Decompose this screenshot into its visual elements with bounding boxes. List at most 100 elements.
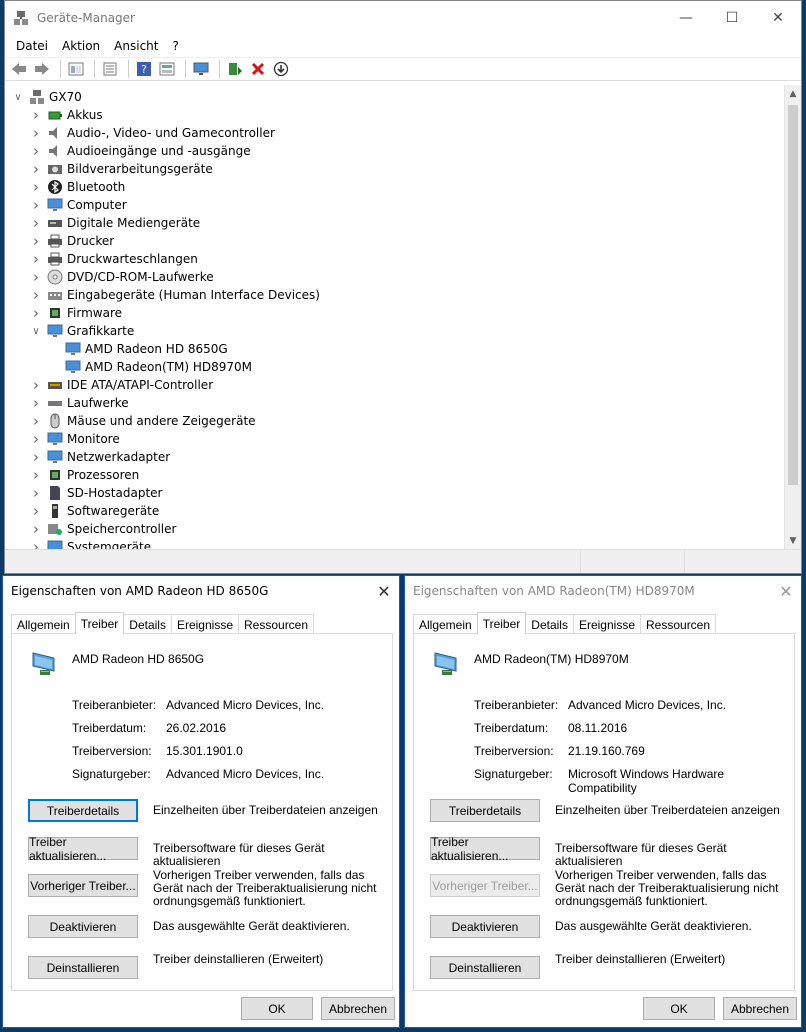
expand-chevron-right-icon[interactable]: › [29,502,43,520]
devices-view-icon[interactable] [157,59,177,79]
scan-icon[interactable] [271,59,291,79]
expand-chevron-right-icon[interactable]: › [29,448,43,466]
tree-category-grafikkarte[interactable]: ∨ Grafikkarte [29,322,134,340]
tree-category-ide-ata-atapi-controller[interactable]: › IDE ATA/ATAPI-Controller [29,376,213,394]
disable-button[interactable]: Deaktivieren [28,915,138,938]
expand-chevron-right-icon[interactable]: › [29,484,43,502]
tree-category-bluetooth[interactable]: › Bluetooth [29,178,125,196]
expand-chevron-right-icon[interactable]: › [29,430,43,448]
scroll-down-arrow[interactable]: ▼ [785,532,801,549]
tree-category-speichercontroller[interactable]: › Speichercontroller [29,520,176,538]
tree-category-audio-video-und-gamecontroller[interactable]: › Audio-, Video- und Gamecontroller [29,124,275,142]
tree-category-bildverarbeitungsgeräte[interactable]: › Bildverarbeitungsgeräte [29,160,213,178]
tree-category-akkus[interactable]: › Akkus [29,106,103,124]
expand-chevron-right-icon[interactable]: › [29,106,43,124]
expand-chevron-right-icon[interactable]: › [29,394,43,412]
tree-device-amd-radeon-tm-hd8970m[interactable]: AMD Radeon(TM) HD8970M [47,358,252,376]
cancel-button[interactable]: Abbrechen [321,997,395,1020]
menu-help[interactable]: ? [165,39,185,53]
uninstall-desc: Treiber deinstallieren (Erweitert) [555,952,726,966]
uninstall-button[interactable]: Deinstallieren [430,956,540,979]
tree-category-druckwarteschlangen[interactable]: › Druckwarteschlangen [29,250,198,268]
monitor-icon[interactable] [191,59,211,79]
expand-chevron-down-icon[interactable]: ∨ [11,92,25,103]
driver-details-button[interactable]: Treiberdetails [430,799,540,822]
expand-chevron-right-icon[interactable]: › [29,178,43,196]
update-driver-icon[interactable] [225,59,245,79]
maximize-button[interactable]: ☐ [709,1,755,35]
tree-category-eingabegeräte-human-interface-devices[interactable]: › Eingabegeräte (Human Interface Devices) [29,286,320,304]
tree-category-digitale-mediengeräte[interactable]: › Digitale Mediengeräte [29,214,200,232]
driver-details-button[interactable]: Treiberdetails [28,799,138,822]
properties-icon[interactable] [100,59,120,79]
ok-button[interactable]: OK [643,997,715,1020]
minimize-button[interactable]: — [663,1,709,35]
tab-treiber[interactable]: Treiber [476,612,527,634]
tree-category-systemgeräte[interactable]: › Systemgeräte [29,538,151,549]
update-driver-button[interactable]: Treiber aktualisieren... [28,835,138,863]
tree-category-audioeingänge-und-ausgänge[interactable]: › Audioeingänge und -ausgänge [29,142,251,160]
expand-chevron-right-icon[interactable]: › [29,304,43,322]
expand-chevron-right-icon[interactable]: › [29,214,43,232]
tree-category-drucker[interactable]: › Drucker [29,232,114,250]
tab-ressourcen[interactable]: Ressourcen [238,614,315,634]
tree-category-dvd-cd-rom-laufwerke[interactable]: › DVD/CD-ROM-Laufwerke [29,268,214,286]
tree-category-softwaregeräte[interactable]: › Softwaregeräte [29,502,159,520]
remove-icon[interactable] [248,59,268,79]
tab-ereignisse[interactable]: Ereignisse [170,614,239,634]
rollback-driver-button[interactable]: Vorheriger Treiber... [430,874,540,897]
menu-datei[interactable]: Datei [9,39,55,53]
tab-allgemein[interactable]: Allgemein [413,614,478,634]
expand-chevron-right-icon[interactable]: › [29,232,43,250]
forward-icon[interactable] [32,59,52,79]
expand-chevron-right-icon[interactable]: › [29,466,43,484]
tree-category-computer[interactable]: › Computer [29,196,127,214]
computer-icon [29,89,45,105]
rollback-driver-button[interactable]: Vorheriger Treiber... [28,874,138,897]
close-button[interactable]: ✕ [755,1,801,35]
tree-category-firmware[interactable]: › Firmware [29,304,122,322]
expand-chevron-right-icon[interactable]: › [29,376,43,394]
tab-details[interactable]: Details [525,614,574,634]
tab-treiber[interactable]: Treiber [74,612,125,634]
tab-allgemein[interactable]: Allgemein [11,614,76,634]
tab-details[interactable]: Details [123,614,172,634]
uninstall-button[interactable]: Deinstallieren [28,956,138,979]
expand-chevron-right-icon[interactable]: › [29,196,43,214]
tree-category-laufwerke[interactable]: › Laufwerke [29,394,129,412]
expand-chevron-right-icon[interactable]: › [29,412,43,430]
scroll-thumb[interactable] [788,105,798,485]
tree-device-amd-radeon-hd-8650g[interactable]: AMD Radeon HD 8650G [47,340,228,358]
expand-chevron-right-icon[interactable]: › [29,520,43,538]
tree-view-icon[interactable] [66,59,86,79]
expand-chevron-right-icon[interactable]: › [29,250,43,268]
disable-button[interactable]: Deaktivieren [430,915,540,938]
menu-ansicht[interactable]: Ansicht [107,39,165,53]
expand-chevron-right-icon[interactable]: › [29,538,43,549]
expand-chevron-right-icon[interactable]: › [29,286,43,304]
expand-chevron-right-icon[interactable]: › [29,142,43,160]
tree-category-sd-hostadapter[interactable]: › SD-Hostadapter [29,484,162,502]
ok-button[interactable]: OK [241,997,313,1020]
help-icon[interactable]: ? [134,59,154,79]
expand-chevron-down-icon[interactable]: ∨ [29,326,43,337]
menu-aktion[interactable]: Aktion [55,39,107,53]
tree-root-gx70[interactable]: ∨ GX70 [11,88,82,106]
tab-ressourcen[interactable]: Ressourcen [640,614,717,634]
back-icon[interactable] [9,59,29,79]
vertical-scrollbar[interactable]: ▲ ▼ [784,85,801,549]
prop-value-provider: Advanced Micro Devices, Inc. [568,698,727,712]
tree-category-monitore[interactable]: › Monitore [29,430,120,448]
expand-chevron-right-icon[interactable]: › [29,160,43,178]
tree-category-netzwerkadapter[interactable]: › Netzwerkadapter [29,448,170,466]
scroll-up-arrow[interactable]: ▲ [785,85,801,102]
tree-category-prozessoren[interactable]: › Prozessoren [29,466,139,484]
dialog-close-button[interactable]: ✕ [369,582,399,601]
expand-chevron-right-icon[interactable]: › [29,124,43,142]
cancel-button[interactable]: Abbrechen [723,997,797,1020]
dialog-close-button[interactable]: ✕ [771,582,801,601]
tree-category-mäuse-und-andere-zeigegeräte[interactable]: › Mäuse und andere Zeigegeräte [29,412,256,430]
update-driver-button[interactable]: Treiber aktualisieren... [430,835,540,863]
tab-ereignisse[interactable]: Ereignisse [572,614,641,634]
expand-chevron-right-icon[interactable]: › [29,268,43,286]
